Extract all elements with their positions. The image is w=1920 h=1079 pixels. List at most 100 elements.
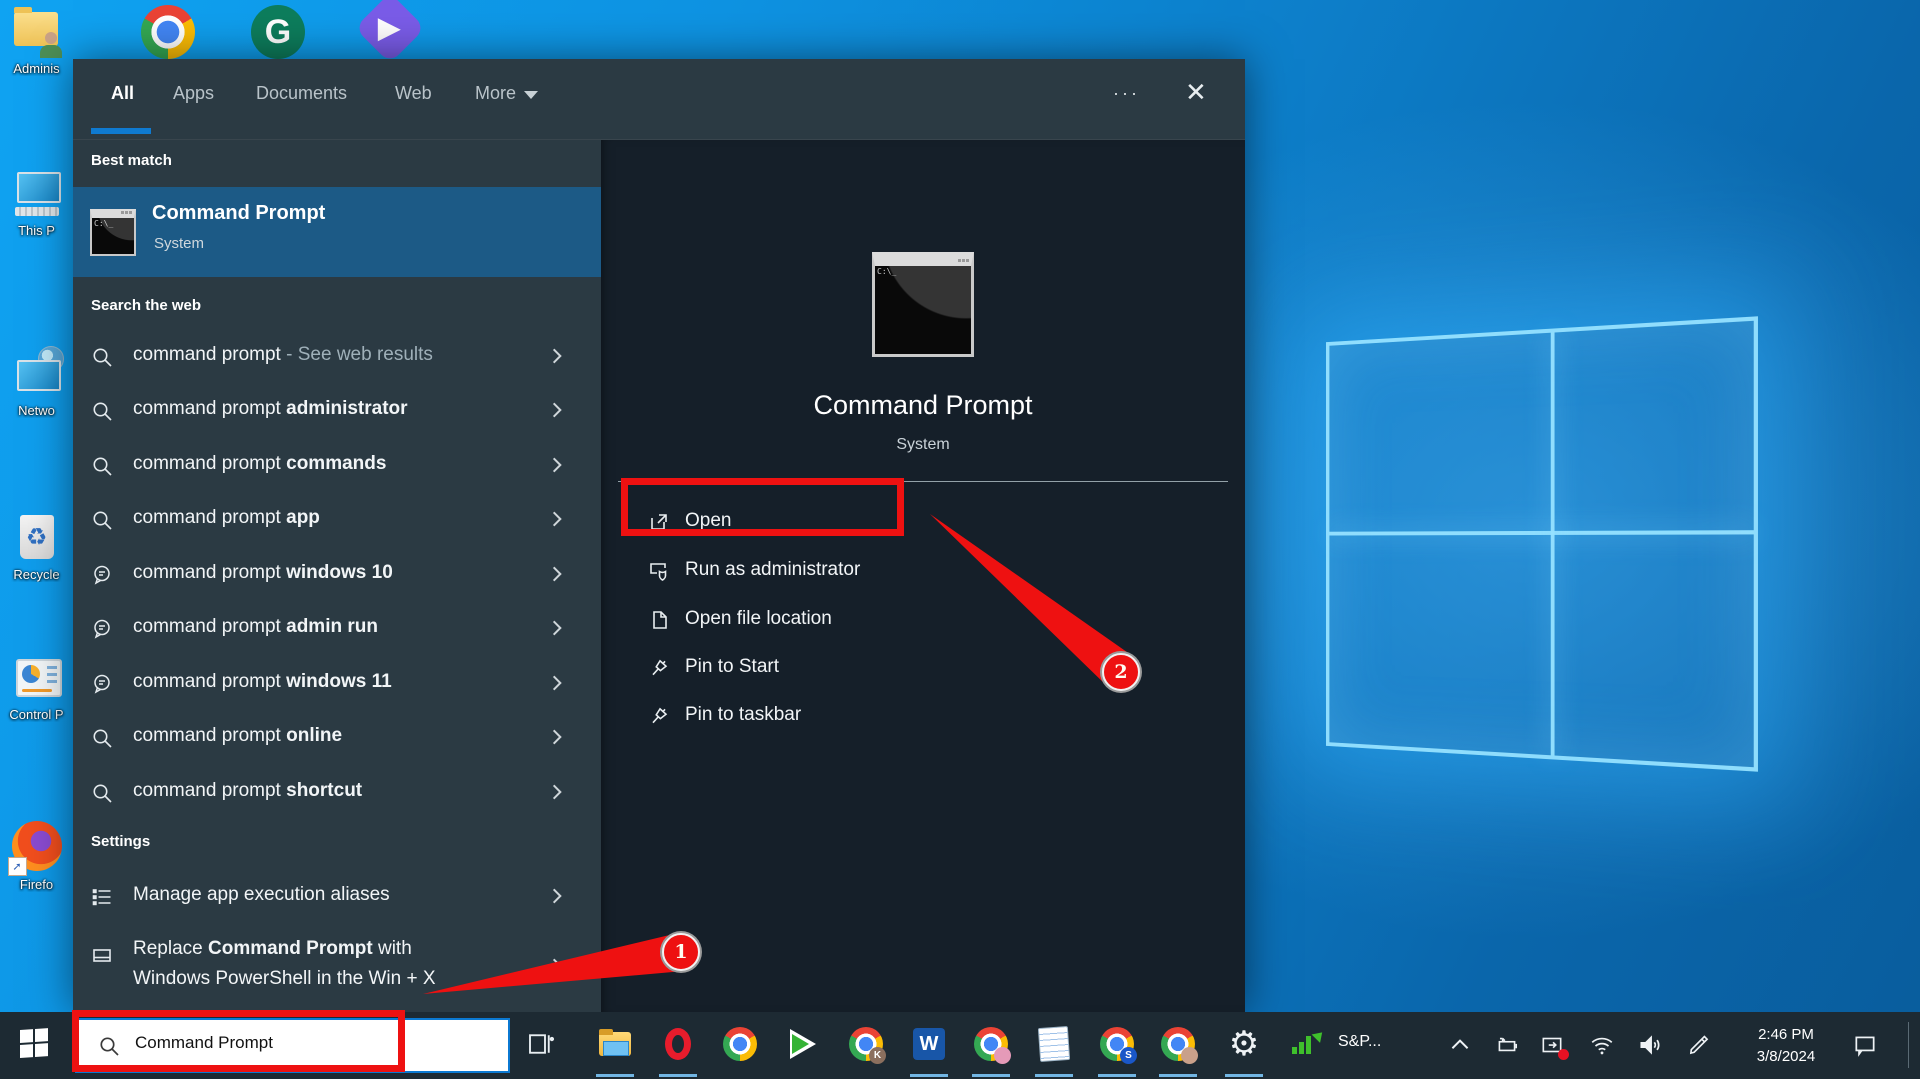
task-view-button[interactable] — [521, 1025, 559, 1063]
pin-icon — [647, 656, 671, 680]
desktop-icon-firefox[interactable]: ➚ Firefo — [0, 820, 73, 892]
best-match-header: Best match — [91, 152, 172, 169]
start-button[interactable] — [20, 1028, 50, 1060]
wallpaper-window-logo — [1326, 316, 1758, 772]
chat-bubble-icon — [90, 672, 114, 696]
pen-icon[interactable] — [1686, 1032, 1712, 1058]
action-center-icon[interactable] — [1852, 1032, 1878, 1058]
display-sync-icon[interactable] — [1539, 1032, 1569, 1060]
running-indicator — [1035, 1074, 1073, 1077]
best-match-result[interactable]: Command Prompt System — [73, 187, 601, 277]
media-play-app-icon[interactable]: ▶ — [354, 0, 426, 64]
active-tab-underline — [91, 128, 151, 134]
word-icon[interactable]: W — [910, 1025, 948, 1063]
grammarly-icon[interactable]: G — [251, 5, 305, 59]
clock[interactable]: 2:46 PM 3/8/2024 — [1738, 1024, 1834, 1068]
window-pane-divider — [1550, 332, 1555, 756]
suggestion-row[interactable]: command prompt windows 10 — [73, 548, 601, 602]
settings-gear-icon[interactable]: ⚙ — [1225, 1024, 1263, 1064]
avatar — [1181, 1047, 1198, 1064]
annotation-box-run-as-admin — [621, 478, 904, 536]
stock-widget-label[interactable]: S&P... — [1338, 1033, 1381, 1051]
desktop-icon-control-panel[interactable]: Control P — [0, 650, 73, 722]
wifi-icon[interactable] — [1589, 1032, 1615, 1058]
chevron-right-icon[interactable] — [547, 618, 567, 638]
tab-web[interactable]: Web — [395, 83, 432, 104]
suggestion-row[interactable]: command prompt app — [73, 493, 601, 547]
desktop-icon-label: Control P — [9, 707, 64, 722]
action-run-as-administrator[interactable]: Run as administrator — [601, 547, 1245, 595]
profile-badge: K — [869, 1047, 886, 1064]
action-pin-to-taskbar[interactable]: Pin to taskbar — [601, 692, 1245, 740]
play-store-icon[interactable] — [784, 1025, 822, 1063]
suggestion-row[interactable]: command prompt administrator — [73, 384, 601, 438]
stock-widget-icon[interactable] — [1292, 1028, 1327, 1054]
show-desktop-separator[interactable] — [1908, 1022, 1909, 1068]
chrome-icon[interactable] — [721, 1025, 759, 1063]
tab-more[interactable]: More — [475, 83, 539, 104]
date: 3/8/2024 — [1756, 1048, 1816, 1065]
tray-expand-chevron-icon[interactable] — [1447, 1032, 1473, 1058]
notepad-icon[interactable] — [1035, 1025, 1073, 1063]
monitor-icon — [16, 172, 61, 203]
battery-icon[interactable] — [1494, 1032, 1520, 1058]
tab-all[interactable]: All — [111, 83, 134, 104]
close-icon[interactable]: ✕ — [1185, 77, 1207, 108]
chevron-right-icon[interactable] — [547, 400, 567, 420]
chevron-right-icon[interactable] — [547, 564, 567, 584]
suggestion-row[interactable]: command prompt shortcut — [73, 766, 601, 820]
desktop-icon-administrator[interactable]: Adminis — [0, 4, 73, 76]
chrome-profile-face-icon[interactable] — [1159, 1025, 1198, 1064]
desktop-icon-this-pc[interactable]: This P — [0, 166, 73, 238]
suggestion-row[interactable]: command prompt windows 11 — [73, 657, 601, 711]
file-location-icon — [647, 608, 671, 632]
volume-icon[interactable] — [1637, 1032, 1663, 1058]
desktop-icon-recycle-bin[interactable]: ♻ Recycle — [0, 510, 73, 582]
chevron-right-icon[interactable] — [547, 727, 567, 747]
result-detail-pane: Command Prompt System Open Run as admini… — [601, 140, 1245, 1012]
settings-row-replace-cmd[interactable]: Replace Command Prompt with Windows Powe… — [73, 924, 601, 1008]
chrome-profile-s-icon[interactable]: S — [1098, 1025, 1137, 1064]
chevron-right-icon[interactable] — [547, 509, 567, 529]
chevron-right-icon[interactable] — [547, 346, 567, 366]
best-match-subtitle: System — [154, 235, 205, 252]
profile-badge: S — [1120, 1047, 1137, 1064]
desktop-screen: Adminis G ▶ This P Netwo ♻ Recycle Contr… — [0, 0, 1920, 1079]
search-icon — [90, 399, 114, 423]
chrome-profile-k-icon[interactable]: K — [847, 1025, 886, 1064]
opera-icon[interactable] — [659, 1025, 697, 1063]
suggestion-row[interactable]: command prompt admin run — [73, 602, 601, 656]
suggestion-row[interactable]: command prompt commands — [73, 439, 601, 493]
running-indicator — [1225, 1074, 1263, 1077]
user-icon — [39, 32, 62, 58]
action-open-file-location[interactable]: Open file location — [601, 596, 1245, 644]
chevron-right-icon[interactable] — [547, 455, 567, 475]
tab-documents[interactable]: Documents — [256, 83, 347, 104]
running-indicator — [1159, 1074, 1197, 1077]
detail-title: Command Prompt — [813, 390, 1033, 420]
chevron-right-icon[interactable] — [547, 956, 567, 976]
shield-window-icon — [647, 559, 671, 583]
desktop-icon-label: This P — [18, 223, 55, 238]
chrome-icon[interactable] — [141, 5, 195, 59]
chevron-right-icon[interactable] — [547, 673, 567, 693]
options-ellipsis-button[interactable]: ··· — [1113, 83, 1140, 104]
monitor-icon — [16, 360, 61, 391]
chevron-right-icon[interactable] — [547, 782, 567, 802]
running-indicator — [972, 1074, 1010, 1077]
annotation-step-1: 1 — [662, 933, 700, 971]
shortcut-arrow-icon: ➚ — [7, 857, 27, 876]
tab-apps[interactable]: Apps — [173, 83, 214, 104]
suggestion-row[interactable]: command prompt online — [73, 711, 601, 765]
settings-header: Settings — [91, 833, 151, 850]
running-indicator — [659, 1074, 697, 1077]
settings-row-aliases[interactable]: Manage app execution aliases — [73, 870, 601, 924]
desktop-icon-network[interactable]: Netwo — [0, 346, 73, 418]
running-indicator — [1098, 1074, 1136, 1077]
action-pin-to-start[interactable]: Pin to Start — [601, 644, 1245, 692]
chrome-profile-avatar-icon[interactable] — [972, 1025, 1011, 1064]
chevron-right-icon[interactable] — [547, 886, 567, 906]
file-explorer-icon[interactable] — [596, 1025, 634, 1063]
suggestion-row[interactable]: command prompt - See web results — [73, 330, 601, 384]
notification-dot — [1558, 1049, 1569, 1060]
